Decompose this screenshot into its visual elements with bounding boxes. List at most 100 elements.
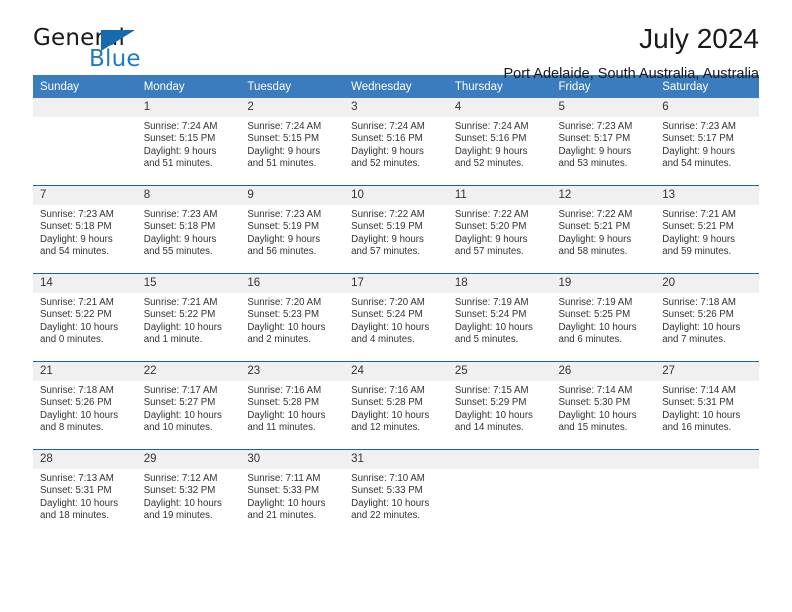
daylight-text-line2: and 10 minutes. [143, 422, 213, 434]
calendar-day-cell[interactable]: 28 Sunrise: 7:13 AM Sunset: 5:31 PM Dayligh… [33, 449, 137, 537]
sunset-text: Sunset: 5:19 PM [247, 221, 320, 233]
sunset-text: Sunset: 5:16 PM [351, 133, 423, 145]
daylight-text-line2: and 1 minute. [143, 334, 203, 346]
sunrise-text: Sunrise: 7:19 AM [454, 297, 529, 308]
weekday-header-tuesday: Tuesday [240, 75, 345, 98]
daylight-text-line2: and 54 minutes. [662, 158, 732, 170]
calendar-day-cell[interactable]: 9 Sunrise: 7:23 AM Sunset: 5:19 PM Daylight… [240, 185, 345, 274]
brand-name-blue: Blue [89, 46, 141, 72]
day-details: Sunrise: 7:11 AM Sunset: 5:33 PM Daylight:… [240, 469, 344, 523]
day-number: 29 [136, 450, 241, 469]
calendar-day-cell[interactable]: 10 Sunrise: 7:22 AM Sunset: 5:19 PM Dayligh… [344, 185, 448, 274]
daylight-text-line1: Daylight: 9 hours [143, 145, 217, 157]
day-number: 13 [655, 186, 759, 205]
daylight-text-line1: Daylight: 9 hours [662, 233, 735, 245]
daylight-text-line1: Daylight: 10 hours [247, 497, 326, 509]
calendar-day-cell[interactable]: 29 Sunrise: 7:12 AM Sunset: 5:32 PM Dayligh… [136, 449, 241, 537]
day-cell-inner: 17 Sunrise: 7:20 AM Sunset: 5:24 PM Dayligh… [344, 274, 448, 361]
day-number: 24 [344, 362, 448, 381]
calendar-day-cell[interactable]: 8 Sunrise: 7:23 AM Sunset: 5:18 PM Daylight… [136, 185, 241, 274]
daylight-text-line1: Daylight: 9 hours [351, 233, 424, 245]
daylight-text-line2: and 8 minutes. [40, 422, 104, 434]
calendar-day-cell[interactable]: 12 Sunrise: 7:22 AM Sunset: 5:21 PM Dayligh… [551, 185, 656, 274]
day-number: 11 [447, 186, 552, 205]
daylight-text-line1: Daylight: 10 hours [558, 409, 637, 421]
calendar-day-cell[interactable]: 20 Sunrise: 7:18 AM Sunset: 5:26 PM Dayligh… [655, 273, 759, 362]
daylight-text-line1: Daylight: 10 hours [351, 409, 430, 421]
day-cell-inner: 24 Sunrise: 7:16 AM Sunset: 5:28 PM Dayligh… [344, 362, 448, 449]
day-number: 26 [551, 362, 656, 381]
calendar-day-cell[interactable]: 30 Sunrise: 7:11 AM Sunset: 5:33 PM Dayligh… [240, 449, 345, 537]
calendar-day-cell[interactable]: 19 Sunrise: 7:19 AM Sunset: 5:25 PM Dayligh… [551, 273, 656, 362]
sunset-text: Sunset: 5:21 PM [558, 221, 631, 233]
calendar-day-cell[interactable]: 3 Sunrise: 7:24 AM Sunset: 5:16 PM Daylight… [344, 98, 448, 186]
sunrise-text: Sunrise: 7:23 AM [40, 209, 114, 220]
sunrise-text: Sunrise: 7:21 AM [662, 209, 736, 220]
calendar-day-cell[interactable]: 25 Sunrise: 7:15 AM Sunset: 5:29 PM Dayligh… [447, 361, 552, 450]
calendar-day-cell[interactable]: 18 Sunrise: 7:19 AM Sunset: 5:24 PM Dayligh… [447, 273, 552, 362]
day-details: Sunrise: 7:15 AM Sunset: 5:29 PM Daylight:… [448, 381, 552, 435]
day-cell-inner [551, 450, 656, 537]
calendar-day-cell[interactable]: 5 Sunrise: 7:23 AM Sunset: 5:17 PM Daylight… [551, 98, 656, 186]
day-number: 9 [240, 186, 345, 205]
calendar-day-cell[interactable]: 11 Sunrise: 7:22 AM Sunset: 5:20 PM Dayligh… [447, 185, 552, 274]
calendar-week-row: 7 Sunrise: 7:23 AM Sunset: 5:18 PM Daylight… [33, 185, 759, 274]
calendar-day-cell[interactable]: 16 Sunrise: 7:20 AM Sunset: 5:23 PM Dayligh… [240, 273, 345, 362]
sunset-text: Sunset: 5:25 PM [558, 309, 631, 321]
day-cell-inner: 23 Sunrise: 7:16 AM Sunset: 5:28 PM Dayligh… [240, 362, 345, 449]
day-number: 19 [551, 274, 656, 293]
sunset-text: Sunset: 5:32 PM [143, 485, 216, 497]
calendar-day-cell[interactable]: 24 Sunrise: 7:16 AM Sunset: 5:28 PM Dayligh… [344, 361, 448, 450]
sunrise-text: Sunrise: 7:23 AM [143, 209, 218, 220]
day-cell-inner: 12 Sunrise: 7:22 AM Sunset: 5:21 PM Dayligh… [551, 186, 656, 273]
daylight-text-line1: Daylight: 10 hours [247, 409, 326, 421]
sunset-text: Sunset: 5:21 PM [662, 221, 734, 233]
calendar-day-cell[interactable]: 2 Sunrise: 7:24 AM Sunset: 5:15 PM Daylight… [240, 98, 345, 186]
calendar-day-cell[interactable]: 27 Sunrise: 7:14 AM Sunset: 5:31 PM Dayligh… [655, 361, 759, 450]
calendar-day-cell[interactable]: 13 Sunrise: 7:21 AM Sunset: 5:21 PM Dayligh… [655, 185, 759, 274]
daylight-text-line1: Daylight: 10 hours [351, 497, 430, 509]
day-number: 5 [551, 98, 656, 117]
sunset-text: Sunset: 5:15 PM [143, 133, 216, 145]
sunset-text: Sunset: 5:33 PM [247, 485, 320, 497]
weekday-header-wednesday: Wednesday [344, 75, 448, 98]
sunrise-text: Sunrise: 7:23 AM [247, 209, 322, 220]
calendar-day-cell[interactable]: 21 Sunrise: 7:18 AM Sunset: 5:26 PM Dayligh… [33, 361, 137, 450]
calendar-day-cell[interactable]: 4 Sunrise: 7:24 AM Sunset: 5:16 PM Daylight… [447, 98, 552, 186]
day-cell-inner [655, 450, 759, 537]
day-details: Sunrise: 7:12 AM Sunset: 5:32 PM Daylight:… [137, 469, 241, 523]
calendar-day-cell[interactable]: 14 Sunrise: 7:21 AM Sunset: 5:22 PM Dayligh… [33, 273, 137, 362]
calendar-day-cell[interactable]: 7 Sunrise: 7:23 AM Sunset: 5:18 PM Daylight… [33, 185, 137, 274]
brand-logo[interactable]: General Blue [33, 25, 233, 77]
calendar-day-cell[interactable]: 22 Sunrise: 7:17 AM Sunset: 5:27 PM Dayligh… [136, 361, 241, 450]
sunset-text: Sunset: 5:22 PM [143, 309, 216, 321]
sunset-text: Sunset: 5:26 PM [40, 397, 112, 409]
daylight-text-line2: and 58 minutes. [558, 246, 628, 258]
sunset-text: Sunset: 5:29 PM [454, 397, 527, 409]
day-cell-inner: 30 Sunrise: 7:11 AM Sunset: 5:33 PM Dayligh… [240, 450, 345, 537]
daylight-text-line1: Daylight: 10 hours [558, 321, 637, 333]
calendar-day-cell[interactable]: 1 Sunrise: 7:24 AM Sunset: 5:15 PM Daylight… [136, 98, 241, 186]
day-details: Sunrise: 7:23 AM Sunset: 5:18 PM Daylight:… [33, 205, 137, 259]
calendar-week-row: 14 Sunrise: 7:21 AM Sunset: 5:22 PM Dayligh… [33, 273, 759, 362]
day-cell-inner: 22 Sunrise: 7:17 AM Sunset: 5:27 PM Dayligh… [136, 362, 241, 449]
sunrise-text: Sunrise: 7:22 AM [558, 209, 633, 220]
day-details: Sunrise: 7:19 AM Sunset: 5:25 PM Daylight:… [552, 293, 656, 347]
daylight-text-line2: and 57 minutes. [454, 246, 524, 258]
calendar-day-cell[interactable]: 31 Sunrise: 7:10 AM Sunset: 5:33 PM Dayligh… [344, 449, 448, 537]
calendar-day-cell[interactable]: 17 Sunrise: 7:20 AM Sunset: 5:24 PM Dayligh… [344, 273, 448, 362]
calendar-day-cell[interactable]: 6 Sunrise: 7:23 AM Sunset: 5:17 PM Daylight… [655, 98, 759, 186]
calendar-day-cell[interactable]: 26 Sunrise: 7:14 AM Sunset: 5:30 PM Dayligh… [551, 361, 656, 450]
sunrise-text: Sunrise: 7:14 AM [662, 385, 736, 396]
daylight-text-line1: Daylight: 9 hours [351, 145, 424, 157]
day-cell-inner: 25 Sunrise: 7:15 AM Sunset: 5:29 PM Dayligh… [447, 362, 552, 449]
sunset-text: Sunset: 5:17 PM [558, 133, 631, 145]
sunrise-text: Sunrise: 7:18 AM [662, 297, 736, 308]
sunset-text: Sunset: 5:15 PM [247, 133, 320, 145]
calendar-day-cell[interactable]: 23 Sunrise: 7:16 AM Sunset: 5:28 PM Dayligh… [240, 361, 345, 450]
sunrise-text: Sunrise: 7:24 AM [143, 121, 218, 132]
sunrise-text: Sunrise: 7:22 AM [351, 209, 425, 220]
daylight-text-line1: Daylight: 9 hours [247, 145, 321, 157]
calendar-day-cell[interactable]: 15 Sunrise: 7:21 AM Sunset: 5:22 PM Dayligh… [136, 273, 241, 362]
daylight-text-line2: and 0 minutes. [40, 334, 104, 346]
